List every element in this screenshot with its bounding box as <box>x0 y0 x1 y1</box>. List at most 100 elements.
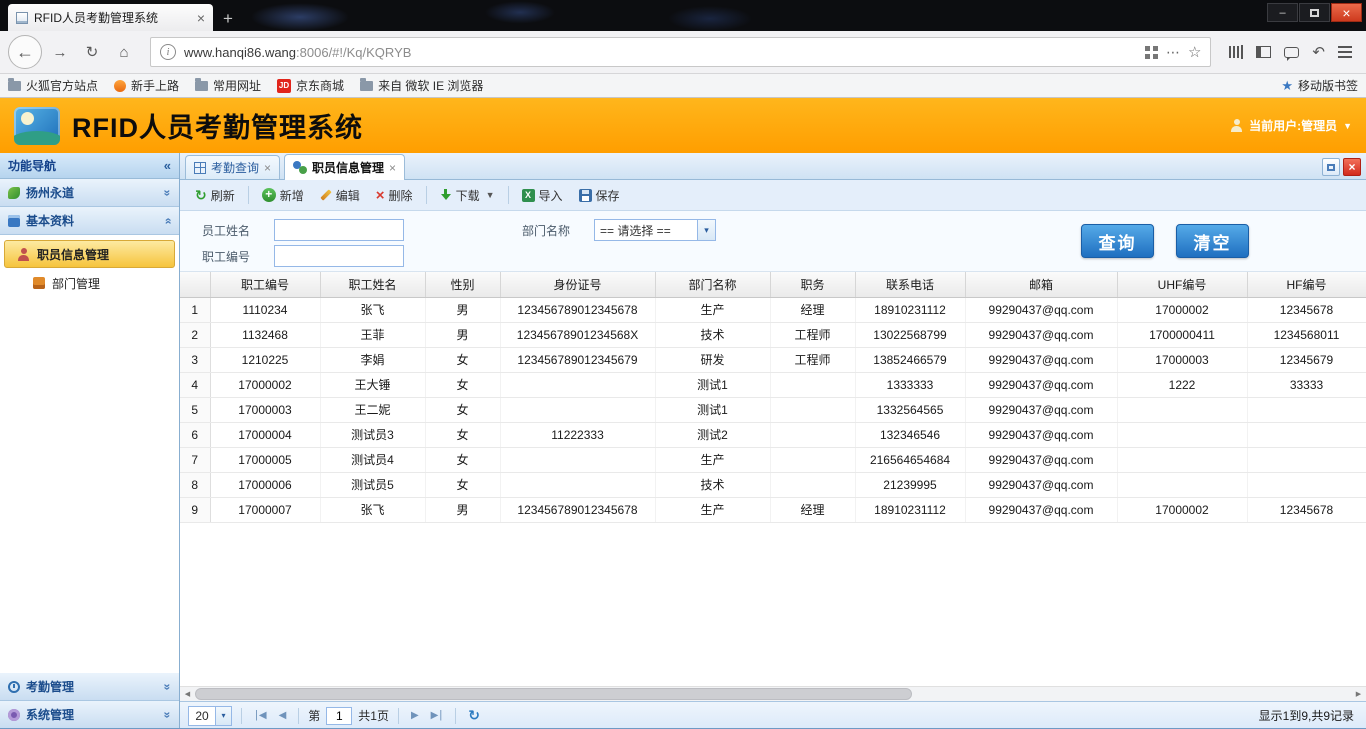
col-email[interactable]: 邮箱 <box>965 272 1117 297</box>
table-row[interactable]: 2 1132468 王菲 男 12345678901234568X 技术 工程师… <box>180 322 1366 347</box>
cell-phone: 21239995 <box>855 472 965 497</box>
scroll-right-icon[interactable]: ▶ <box>1351 687 1366 702</box>
maximize-button[interactable] <box>1299 3 1330 22</box>
download-button[interactable]: 下载 ▼ <box>433 184 502 207</box>
jd-icon: JD <box>277 79 291 93</box>
page-number-input[interactable] <box>326 707 352 725</box>
save-button[interactable]: 保存 <box>572 184 627 207</box>
employee-name-input[interactable] <box>274 219 404 241</box>
address-bar[interactable]: i www.hanqi86.wang:8006/#!/Kq/KQRYB ⋯ ☆ <box>150 37 1211 67</box>
refresh-button[interactable]: ↻ 刷新 <box>188 184 242 207</box>
url-text: www.hanqi86.wang:8006/#!/Kq/KQRYB <box>184 45 1137 60</box>
close-window-button[interactable]: × <box>1331 3 1362 22</box>
cell-uhf: 1222 <box>1117 372 1247 397</box>
last-page-button[interactable]: ▶| <box>428 710 447 721</box>
cell-id-number: 123456789012345678 <box>500 297 655 322</box>
employee-code-input[interactable] <box>274 245 404 267</box>
department-label: 部门名称 <box>522 222 594 239</box>
bookmark-getting-started[interactable]: 新手上路 <box>114 77 179 94</box>
import-button[interactable]: 导入 <box>515 184 570 207</box>
current-user-menu[interactable]: 当前用户:管理员 ▼ <box>1230 117 1352 134</box>
edit-button[interactable]: 编辑 <box>313 184 367 207</box>
table-row[interactable]: 7 17000005 测试员4 女 生产 216564654684 992904… <box>180 447 1366 472</box>
tab-attendance-query[interactable]: 考勤查询 × <box>185 155 280 179</box>
tab-close-icon[interactable]: × <box>389 161 396 175</box>
search-button[interactable]: 查询 <box>1081 224 1154 258</box>
scroll-left-icon[interactable]: ◀ <box>180 687 195 702</box>
back-button[interactable]: ← <box>8 35 42 69</box>
minimize-button[interactable]: – <box>1267 3 1298 22</box>
restore-session-icon[interactable]: ↶ <box>1312 43 1325 61</box>
reload-button[interactable]: ↻ <box>78 38 106 66</box>
messages-icon[interactable] <box>1284 47 1299 58</box>
col-phone[interactable]: 联系电话 <box>855 272 965 297</box>
first-page-button[interactable]: |◀ <box>251 710 270 721</box>
library-icon[interactable] <box>1229 45 1243 59</box>
bookmark-jd[interactable]: JD 京东商城 <box>277 77 344 94</box>
table-row[interactable]: 8 17000006 测试员5 女 技术 21239995 99290437@q… <box>180 472 1366 497</box>
sidebar-group-system[interactable]: 系统管理 » <box>0 701 179 729</box>
table-row[interactable]: 6 17000004 测试员3 女 11222333 测试2 132346546… <box>180 422 1366 447</box>
cell-department: 测试1 <box>655 397 770 422</box>
browser-tab[interactable]: RFID人员考勤管理系统 × <box>8 4 213 31</box>
bookmark-common-sites[interactable]: 常用网址 <box>195 77 261 94</box>
table-row[interactable]: 3 1210225 李娟 女 123456789012345679 研发 工程师… <box>180 347 1366 372</box>
next-page-button[interactable]: ▶ <box>408 711 422 721</box>
table-row[interactable]: 9 17000007 张飞 男 123456789012345678 生产 经理… <box>180 497 1366 522</box>
qr-extension-icon[interactable] <box>1145 46 1158 59</box>
combo-arrow-icon[interactable]: ▾ <box>215 707 231 725</box>
pagination-refresh-icon[interactable]: ↻ <box>465 707 483 724</box>
home-button[interactable]: ⌂ <box>110 38 138 66</box>
sidebar-group-attendance[interactable]: 考勤管理 » <box>0 673 179 701</box>
filter-buttons: 查询 清空 <box>1081 224 1249 258</box>
tab-close-icon[interactable]: × <box>264 161 271 175</box>
delete-button[interactable]: × 删除 <box>369 184 420 207</box>
sidebar-group-yangzhou[interactable]: 扬州永道 » <box>0 179 179 207</box>
window-titlebar: RFID人员考勤管理系统 × + – × <box>0 0 1366 31</box>
maximize-panel-button[interactable] <box>1322 158 1340 176</box>
sidebar-toggle-icon[interactable] <box>1256 46 1271 58</box>
bookmark-star-icon[interactable]: ☆ <box>1188 43 1201 61</box>
cell-employee-code: 1210225 <box>210 347 320 372</box>
close-panel-button[interactable]: × <box>1343 158 1361 176</box>
page-actions-icon[interactable]: ⋯ <box>1166 44 1180 61</box>
cell-uhf <box>1117 422 1247 447</box>
cell-department: 技术 <box>655 322 770 347</box>
col-employee-code[interactable]: 职工编号 <box>210 272 320 297</box>
col-gender[interactable]: 性别 <box>425 272 500 297</box>
tab-close-icon[interactable]: × <box>197 11 205 25</box>
combo-arrow-icon[interactable]: ▾ <box>697 220 715 240</box>
site-info-icon[interactable]: i <box>160 44 176 60</box>
sidebar-group-basic-data[interactable]: 基本资料 » <box>0 207 179 235</box>
col-hf[interactable]: HF编号 <box>1247 272 1366 297</box>
tab-employee-info[interactable]: 职员信息管理 × <box>284 154 405 180</box>
cell-id-number <box>500 472 655 497</box>
forward-button[interactable]: → <box>46 38 74 66</box>
bookmark-from-ie[interactable]: 来自 微软 IE 浏览器 <box>360 77 483 94</box>
cell-rownum: 5 <box>180 397 210 422</box>
table-row[interactable]: 4 17000002 王大锤 女 测试1 1333333 99290437@qq… <box>180 372 1366 397</box>
scrollbar-track[interactable] <box>195 687 1351 702</box>
page-size-select[interactable]: 20 ▾ <box>188 706 232 726</box>
menu-icon[interactable] <box>1338 46 1352 58</box>
table-row[interactable]: 1 1110234 张飞 男 123456789012345678 生产 经理 … <box>180 297 1366 322</box>
col-department[interactable]: 部门名称 <box>655 272 770 297</box>
table-row[interactable]: 5 17000003 王二妮 女 测试1 1332564565 99290437… <box>180 397 1366 422</box>
col-employee-name[interactable]: 职工姓名 <box>320 272 425 297</box>
edit-icon <box>320 189 332 202</box>
sidebar-item-department[interactable]: 部门管理 <box>4 269 175 297</box>
clear-button[interactable]: 清空 <box>1176 224 1249 258</box>
mobile-bookmarks[interactable]: ★ 移动版书签 <box>1281 77 1358 94</box>
horizontal-scrollbar[interactable]: ◀ ▶ <box>180 686 1366 701</box>
bookmark-firefox-official[interactable]: 火狐官方站点 <box>8 77 98 94</box>
sidebar-collapse-icon[interactable]: « <box>164 158 171 173</box>
col-uhf[interactable]: UHF编号 <box>1117 272 1247 297</box>
col-id-number[interactable]: 身份证号 <box>500 272 655 297</box>
prev-page-button[interactable]: ◀ <box>276 711 290 721</box>
new-tab-button[interactable]: + <box>213 6 243 31</box>
col-position[interactable]: 职务 <box>770 272 855 297</box>
add-button[interactable]: 新增 <box>255 184 311 207</box>
department-select[interactable]: == 请选择 == ▾ <box>594 219 716 241</box>
sidebar-item-employee-info[interactable]: 职员信息管理 <box>4 240 175 268</box>
scrollbar-thumb[interactable] <box>195 688 912 700</box>
